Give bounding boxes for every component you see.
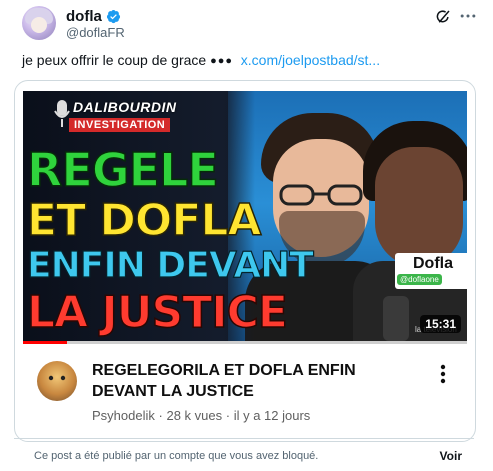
- channel-name[interactable]: Psyhodelik: [92, 408, 155, 423]
- video-card[interactable]: Dofla @doflaone la télévision DALIBOURDI…: [14, 80, 476, 442]
- tweet-header: dofla @doflaFR: [14, 6, 480, 42]
- show-post-button[interactable]: Voir: [440, 449, 462, 463]
- mic-tag-handle: @doflaone: [397, 274, 442, 285]
- video-progress-bar: [23, 341, 467, 344]
- tweet-body: je peux offrir le coup de grace: [22, 52, 207, 68]
- upload-age: il y a 12 jours: [233, 408, 311, 423]
- brand-subtitle: INVESTIGATION: [69, 118, 171, 132]
- tweet-text: je peux offrir le coup de grace ●●● x.co…: [22, 52, 380, 68]
- video-title[interactable]: REGELEGORILA ET DOFLA ENFIN DEVANT LA JU…: [92, 360, 402, 402]
- kebab-menu-icon[interactable]: [435, 363, 451, 385]
- grok-icon[interactable]: [434, 8, 452, 26]
- video-meta: Psyhodelik · 28 k vues · il y a 12 jours: [92, 408, 311, 423]
- brand-logo: DALIBOURDIN INVESTIGATION: [53, 99, 203, 137]
- verified-badge-icon: [106, 9, 120, 24]
- author-avatar[interactable]: [22, 6, 56, 40]
- author-name[interactable]: dofla: [66, 8, 102, 25]
- mic-tag-label: Dofla: [413, 255, 453, 272]
- video-duration: 15:31: [420, 315, 461, 333]
- author-name-row: dofla: [66, 8, 121, 25]
- view-count: 28 k vues: [166, 408, 223, 423]
- tweet-link[interactable]: x.com/joelpostbad/st...: [241, 52, 380, 68]
- thumbnail-line-3: ENFIN DEVANT: [26, 244, 314, 286]
- thumbnail-line-1: REGELE: [26, 142, 219, 198]
- video-thumbnail[interactable]: Dofla @doflaone la télévision DALIBOURDI…: [23, 91, 467, 341]
- thumbnail-line-4: LA JUSTICE: [26, 286, 288, 339]
- channel-avatar[interactable]: [37, 361, 77, 401]
- more-icon[interactable]: [458, 6, 478, 26]
- tweet-dots: ●●●: [210, 55, 234, 67]
- video-progress-fill: [23, 341, 68, 344]
- blocked-notice: Ce post a été publié par un compte que v…: [14, 438, 474, 471]
- blocked-notice-text: Ce post a été publié par un compte que v…: [34, 450, 319, 462]
- glasses-graphic: [279, 184, 363, 206]
- brand-name: DALIBOURDIN: [73, 99, 177, 115]
- thumbnail-line-2: ET DOFLA: [26, 194, 262, 247]
- author-handle[interactable]: @doflaFR: [66, 25, 125, 40]
